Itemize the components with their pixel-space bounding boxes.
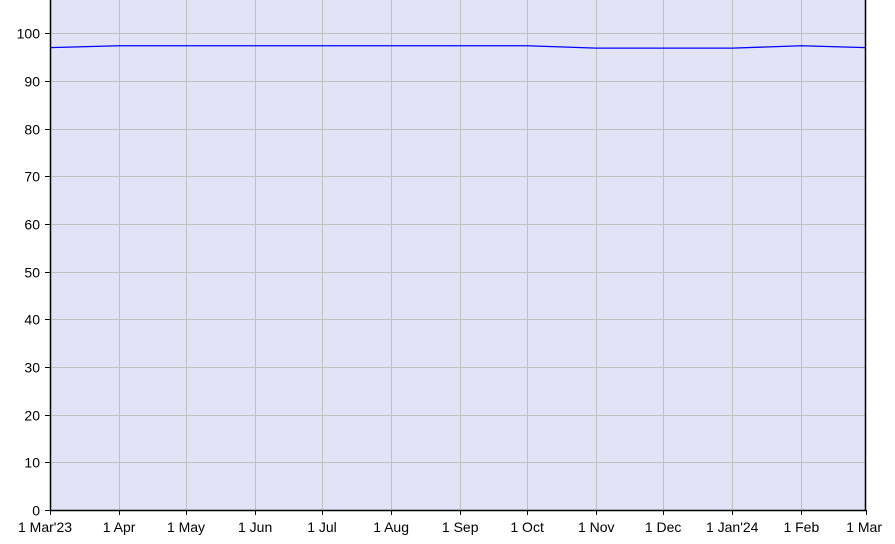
y-tick-label: 60 xyxy=(24,217,40,233)
x-tick-label: 1 Aug xyxy=(373,519,409,535)
x-tick-label: 1 Oct xyxy=(510,519,544,535)
x-tick-label: 1 Apr xyxy=(103,519,136,535)
y-tick-label: 50 xyxy=(24,265,40,281)
x-tick-label: 1 Nov xyxy=(578,519,615,535)
y-tick-label: 10 xyxy=(24,455,40,471)
y-tick-label: 70 xyxy=(24,169,40,185)
x-tick-label: 1 Feb xyxy=(783,519,819,535)
x-tick-label: 1 May xyxy=(167,519,205,535)
y-tick-label: 100 xyxy=(17,26,41,42)
x-tick-label: 1 Mar xyxy=(846,519,882,535)
y-tick-label: 0 xyxy=(32,503,40,519)
y-tick-label: 30 xyxy=(24,360,40,376)
x-tick-label: 1 Sep xyxy=(442,519,479,535)
x-tick-label: 1 Jan'24 xyxy=(706,519,759,535)
y-tick-label: 20 xyxy=(24,408,40,424)
x-tick-label: 1 Dec xyxy=(645,519,682,535)
x-tick-label: 1 Jul xyxy=(307,519,337,535)
x-tick-label: 1 Mar'23 xyxy=(18,519,72,535)
y-tick-label: 80 xyxy=(24,122,40,138)
y-tick-label: 40 xyxy=(24,312,40,328)
plot-background xyxy=(50,0,866,510)
chart: 0 10 20 30 40 50 60 70 80 90 100 1 Mar'23 1 Apr 1 May… xyxy=(17,0,882,535)
x-tick-label: 1 Jun xyxy=(238,519,272,535)
y-tick-label: 90 xyxy=(24,74,40,90)
